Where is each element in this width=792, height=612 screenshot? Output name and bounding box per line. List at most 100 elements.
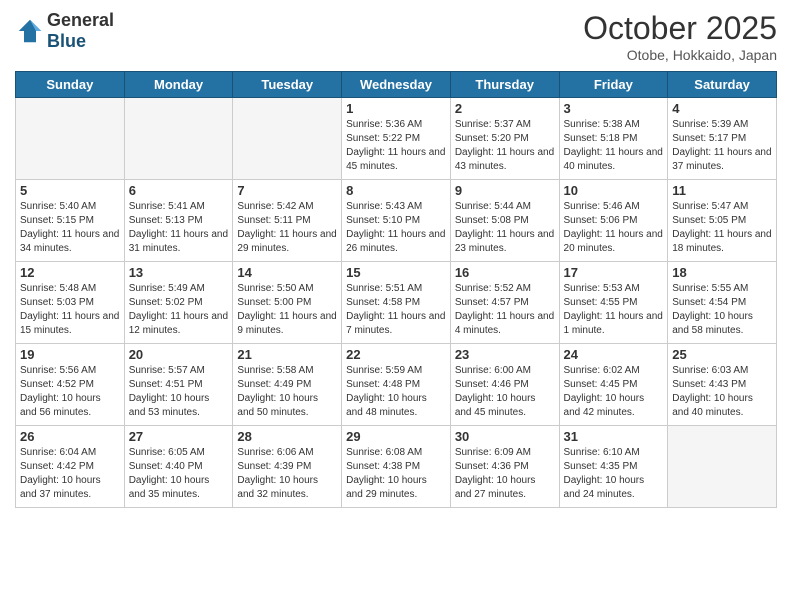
day-info: Sunrise: 6:10 AM Sunset: 4:35 PM Dayligh… [564, 446, 664, 502]
title-block: October 2025 Otobe, Hokkaido, Japan [583, 10, 777, 63]
day-info: Sunrise: 5:56 AM Sunset: 4:52 PM Dayligh… [20, 364, 120, 420]
day-info: Sunrise: 6:06 AM Sunset: 4:39 PM Dayligh… [237, 446, 337, 502]
day-info: Sunrise: 5:38 AM Sunset: 5:18 PM Dayligh… [564, 118, 664, 174]
calendar-cell [16, 98, 125, 180]
weekday-wednesday: Wednesday [342, 72, 451, 98]
calendar-week-4: 19Sunrise: 5:56 AM Sunset: 4:52 PM Dayli… [16, 344, 777, 426]
weekday-tuesday: Tuesday [233, 72, 342, 98]
day-number: 9 [455, 183, 555, 198]
weekday-row: Sunday Monday Tuesday Wednesday Thursday… [16, 72, 777, 98]
logo-blue: Blue [47, 31, 86, 51]
calendar-header: Sunday Monday Tuesday Wednesday Thursday… [16, 72, 777, 98]
day-info: Sunrise: 6:05 AM Sunset: 4:40 PM Dayligh… [129, 446, 229, 502]
logo-icon [15, 16, 45, 46]
calendar-cell [233, 98, 342, 180]
calendar-cell: 22 Sunrise: 5:59 AM Sunset: 4:48 PM Dayli… [342, 344, 451, 426]
calendar-cell: 16 Sunrise: 5:52 AM Sunset: 4:57 PM Dayli… [450, 262, 559, 344]
day-number: 18 [672, 265, 772, 280]
calendar-table: Sunday Monday Tuesday Wednesday Thursday… [15, 71, 777, 508]
month-title: October 2025 [583, 10, 777, 47]
calendar-cell: 11Sunrise: 5:47 AM Sunset: 5:05 PM Dayli… [668, 180, 777, 262]
weekday-monday: Monday [124, 72, 233, 98]
day-info: Sunrise: 6:09 AM Sunset: 4:36 PM Dayligh… [455, 446, 555, 502]
calendar-cell: 13 Sunrise: 5:49 AM Sunset: 5:02 PM Dayli… [124, 262, 233, 344]
calendar-body: 1Sunrise: 5:36 AM Sunset: 5:22 PM Daylig… [16, 98, 777, 508]
location-subtitle: Otobe, Hokkaido, Japan [583, 47, 777, 63]
day-number: 26 [20, 429, 120, 444]
page-container: General Blue October 2025 Otobe, Hokkaid… [0, 0, 792, 513]
day-number: 2 [455, 101, 555, 116]
day-number: 17 [564, 265, 664, 280]
calendar-week-1: 1Sunrise: 5:36 AM Sunset: 5:22 PM Daylig… [16, 98, 777, 180]
calendar-cell: 4Sunrise: 5:39 AM Sunset: 5:17 PM Daylig… [668, 98, 777, 180]
day-number: 15 [346, 265, 446, 280]
day-number: 1 [346, 101, 446, 116]
day-info: Sunrise: 5:53 AM Sunset: 4:55 PM Dayligh… [564, 282, 664, 338]
calendar-week-2: 5Sunrise: 5:40 AM Sunset: 5:15 PM Daylig… [16, 180, 777, 262]
day-info: Sunrise: 5:58 AM Sunset: 4:49 PM Dayligh… [237, 364, 337, 420]
calendar-cell: 10Sunrise: 5:46 AM Sunset: 5:06 PM Dayli… [559, 180, 668, 262]
day-number: 28 [237, 429, 337, 444]
calendar-cell: 1Sunrise: 5:36 AM Sunset: 5:22 PM Daylig… [342, 98, 451, 180]
calendar-cell: 24Sunrise: 6:02 AM Sunset: 4:45 PM Dayli… [559, 344, 668, 426]
day-number: 13 [129, 265, 229, 280]
day-info: Sunrise: 5:51 AM Sunset: 4:58 PM Dayligh… [346, 282, 446, 338]
calendar-cell: 8Sunrise: 5:43 AM Sunset: 5:10 PM Daylig… [342, 180, 451, 262]
day-number: 20 [129, 347, 229, 362]
weekday-saturday: Saturday [668, 72, 777, 98]
day-info: Sunrise: 5:43 AM Sunset: 5:10 PM Dayligh… [346, 200, 446, 256]
day-number: 30 [455, 429, 555, 444]
calendar-cell: 19Sunrise: 5:56 AM Sunset: 4:52 PM Dayli… [16, 344, 125, 426]
day-info: Sunrise: 6:02 AM Sunset: 4:45 PM Dayligh… [564, 364, 664, 420]
day-info: Sunrise: 6:04 AM Sunset: 4:42 PM Dayligh… [20, 446, 120, 502]
calendar-week-5: 26 Sunrise: 6:04 AM Sunset: 4:42 PM Dayli… [16, 426, 777, 508]
weekday-friday: Friday [559, 72, 668, 98]
day-info: Sunrise: 5:52 AM Sunset: 4:57 PM Dayligh… [455, 282, 555, 338]
day-number: 21 [237, 347, 337, 362]
day-number: 16 [455, 265, 555, 280]
day-info: Sunrise: 6:00 AM Sunset: 4:46 PM Dayligh… [455, 364, 555, 420]
calendar-cell: 20 Sunrise: 5:57 AM Sunset: 4:51 PM Dayli… [124, 344, 233, 426]
day-number: 27 [129, 429, 229, 444]
day-info: Sunrise: 5:37 AM Sunset: 5:20 PM Dayligh… [455, 118, 555, 174]
day-info: Sunrise: 5:57 AM Sunset: 4:51 PM Dayligh… [129, 364, 229, 420]
day-info: Sunrise: 5:59 AM Sunset: 4:48 PM Dayligh… [346, 364, 446, 420]
day-info: Sunrise: 5:55 AM Sunset: 4:54 PM Dayligh… [672, 282, 772, 338]
calendar-cell: 26 Sunrise: 6:04 AM Sunset: 4:42 PM Dayli… [16, 426, 125, 508]
logo-text: General Blue [47, 10, 114, 52]
page-header: General Blue October 2025 Otobe, Hokkaid… [15, 10, 777, 63]
day-number: 14 [237, 265, 337, 280]
day-info: Sunrise: 5:41 AM Sunset: 5:13 PM Dayligh… [129, 200, 229, 256]
calendar-cell: 3 Sunrise: 5:38 AM Sunset: 5:18 PM Daylig… [559, 98, 668, 180]
day-number: 7 [237, 183, 337, 198]
calendar-cell [668, 426, 777, 508]
logo: General Blue [15, 10, 114, 52]
calendar-cell: 27 Sunrise: 6:05 AM Sunset: 4:40 PM Dayli… [124, 426, 233, 508]
day-info: Sunrise: 6:03 AM Sunset: 4:43 PM Dayligh… [672, 364, 772, 420]
calendar-cell [124, 98, 233, 180]
day-number: 25 [672, 347, 772, 362]
calendar-cell: 18 Sunrise: 5:55 AM Sunset: 4:54 PM Dayli… [668, 262, 777, 344]
day-info: Sunrise: 5:44 AM Sunset: 5:08 PM Dayligh… [455, 200, 555, 256]
calendar-cell: 29 Sunrise: 6:08 AM Sunset: 4:38 PM Dayli… [342, 426, 451, 508]
day-number: 23 [455, 347, 555, 362]
day-info: Sunrise: 5:47 AM Sunset: 5:05 PM Dayligh… [672, 200, 772, 256]
day-info: Sunrise: 5:49 AM Sunset: 5:02 PM Dayligh… [129, 282, 229, 338]
day-info: Sunrise: 5:42 AM Sunset: 5:11 PM Dayligh… [237, 200, 337, 256]
calendar-week-3: 12Sunrise: 5:48 AM Sunset: 5:03 PM Dayli… [16, 262, 777, 344]
day-info: Sunrise: 6:08 AM Sunset: 4:38 PM Dayligh… [346, 446, 446, 502]
calendar-cell: 25 Sunrise: 6:03 AM Sunset: 4:43 PM Dayli… [668, 344, 777, 426]
calendar-cell: 7 Sunrise: 5:42 AM Sunset: 5:11 PM Daylig… [233, 180, 342, 262]
day-number: 29 [346, 429, 446, 444]
calendar-cell: 30 Sunrise: 6:09 AM Sunset: 4:36 PM Dayli… [450, 426, 559, 508]
calendar-cell: 2 Sunrise: 5:37 AM Sunset: 5:20 PM Daylig… [450, 98, 559, 180]
day-number: 3 [564, 101, 664, 116]
day-number: 22 [346, 347, 446, 362]
day-info: Sunrise: 5:39 AM Sunset: 5:17 PM Dayligh… [672, 118, 772, 174]
day-number: 31 [564, 429, 664, 444]
calendar-cell: 21 Sunrise: 5:58 AM Sunset: 4:49 PM Dayli… [233, 344, 342, 426]
calendar-cell: 31 Sunrise: 6:10 AM Sunset: 4:35 PM Dayli… [559, 426, 668, 508]
calendar-cell: 6Sunrise: 5:41 AM Sunset: 5:13 PM Daylig… [124, 180, 233, 262]
calendar-cell: 28 Sunrise: 6:06 AM Sunset: 4:39 PM Dayli… [233, 426, 342, 508]
calendar-cell: 12Sunrise: 5:48 AM Sunset: 5:03 PM Dayli… [16, 262, 125, 344]
